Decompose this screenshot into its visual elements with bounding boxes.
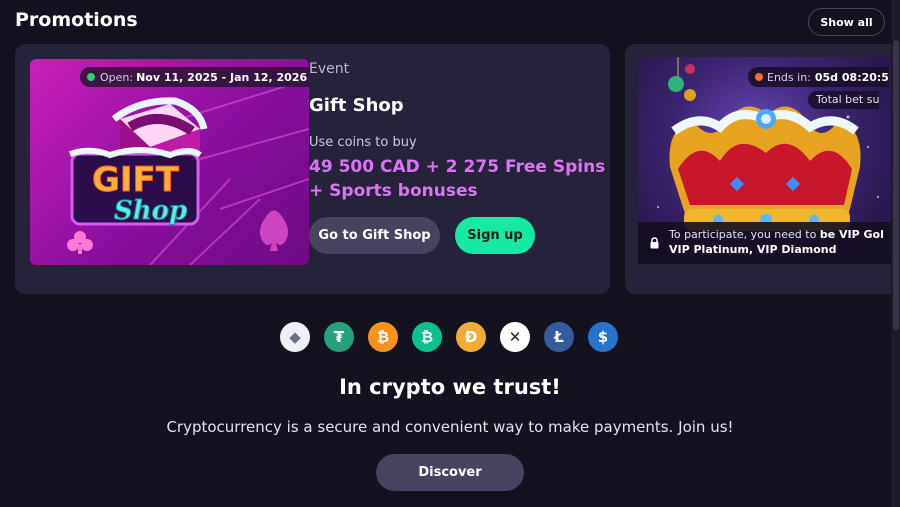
promo-prize: 49 500 CAD + 2 275 Free Spins + Sports b… (309, 155, 609, 203)
tether-icon: ₮ (324, 322, 354, 352)
vip-requirement-text: To participate, you need to be VIP Gol V… (669, 227, 900, 257)
crypto-headline: In crypto we trust! (339, 375, 561, 399)
open-label: Open: (100, 70, 134, 84)
prize-line-1: 49 500 CAD + 2 275 Free Spins (309, 157, 606, 177)
total-bet-badge: Total bet su (808, 91, 880, 109)
prize-line-2: + Sports bonuses (309, 181, 478, 201)
dai-icon: Ð (456, 322, 486, 352)
event-type-label: Event (309, 61, 350, 77)
gift-logo-text: GIFT (92, 160, 180, 200)
countdown-time: 05d 08:20:5 (814, 70, 889, 84)
scrollbar-thumb[interactable] (893, 40, 899, 330)
lock-icon (650, 237, 659, 249)
promo-title: Gift Shop (309, 95, 404, 116)
requirement-prefix: To participate, you need to (669, 228, 820, 241)
ends-in-label: Ends in: (767, 70, 811, 84)
countdown-pill: Ends in: 05d 08:20:5 (748, 67, 889, 87)
promo-subtitle: Use coins to buy (309, 135, 417, 150)
vip-requirement-band: To participate, you need to be VIP Gol V… (638, 222, 900, 264)
shop-logo-text: Shop (114, 196, 187, 226)
event-dates: Nov 11, 2025 - Jan 12, 2026 (136, 70, 308, 84)
crypto-subline: Cryptocurrency is a secure and convenien… (166, 418, 734, 436)
vip-promo-card[interactable]: Ends in: 05d 08:20:5 Total bet su To par… (625, 44, 900, 294)
sign-up-button[interactable]: Sign up (455, 217, 535, 254)
usdc-icon: $ (588, 322, 618, 352)
requirement-bold: be VIP Gol (819, 228, 884, 241)
discover-button[interactable]: Discover (376, 454, 524, 491)
bitcoin-cash-icon: ₿ (412, 322, 442, 352)
crypto-icons-row: ◆ ₮ ₿ ₿ Ð ✕ Ł $ (280, 322, 618, 352)
gift-shop-artwork: GIFT Shop (67, 78, 309, 265)
gift-shop-banner-image[interactable]: GIFT Shop Open: Nov 11, 2025 - Jan 12, 2… (30, 59, 309, 265)
bitcoin-icon: ₿ (368, 322, 398, 352)
promotions-title: Promotions (15, 9, 138, 31)
open-status-dot (87, 73, 95, 81)
countdown-dot (755, 73, 763, 81)
litecoin-icon: Ł (544, 322, 574, 352)
gift-shop-promo-card[interactable]: GIFT Shop Open: Nov 11, 2025 - Jan 12, 2… (15, 44, 610, 294)
ethereum-icon: ◆ (280, 322, 310, 352)
show-all-button[interactable]: Show all (808, 8, 885, 36)
event-status-pill: Open: Nov 11, 2025 - Jan 12, 2026 (80, 67, 309, 87)
xrp-icon: ✕ (500, 322, 530, 352)
go-to-gift-shop-button[interactable]: Go to Gift Shop (309, 217, 440, 254)
requirement-line2: VIP Platinum, VIP Diamond (669, 243, 837, 256)
